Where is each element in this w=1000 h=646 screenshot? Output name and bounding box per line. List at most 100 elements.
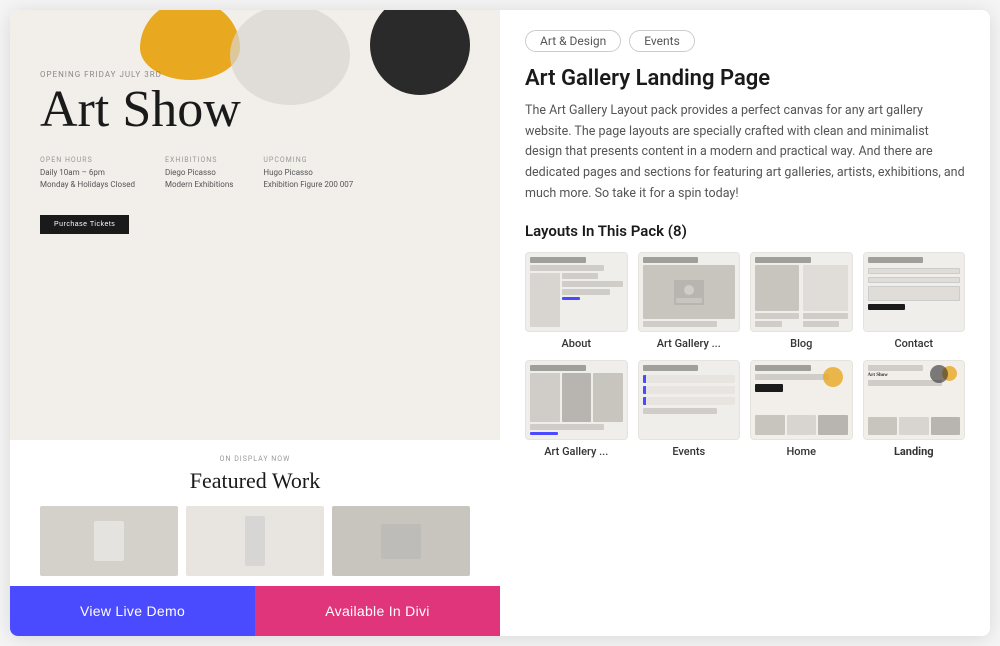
view-live-demo-button[interactable]: View Live Demo — [10, 586, 255, 636]
event-2 — [643, 386, 736, 394]
exhibitions-label: Exhibitions — [165, 156, 233, 164]
blog-img-2 — [803, 265, 847, 311]
gal2-img-3 — [593, 373, 623, 422]
thumbnail-1 — [40, 506, 178, 576]
blog-col-2 — [803, 265, 847, 327]
mini-bar-c1 — [868, 257, 924, 263]
home-title — [755, 365, 811, 371]
layout-gallery2-label: Art Gallery ... — [525, 445, 628, 458]
layout-gallery-label: Art Gallery ... — [638, 337, 741, 350]
gallery-svg — [674, 280, 704, 305]
tags-row: Art & Design Events — [525, 30, 965, 52]
landing-img-1 — [868, 417, 898, 435]
blog-bar-3 — [803, 313, 847, 319]
layout-blog-label: Blog — [750, 337, 853, 350]
layout-about[interactable]: About — [525, 252, 628, 350]
blog-preview — [751, 253, 852, 331]
landing-hero: Art Show — [868, 365, 961, 415]
events-preview — [639, 361, 740, 439]
blog-cols — [755, 265, 848, 327]
blog-bar-2 — [755, 321, 782, 327]
event-3 — [643, 397, 736, 405]
field-2 — [868, 277, 961, 283]
mini-bar-g21 — [530, 365, 586, 371]
mini-col-2 — [562, 273, 622, 327]
featured-section: On Display Now Featured Work — [10, 440, 500, 586]
featured-title: Featured Work — [40, 468, 470, 494]
gallery-preview — [639, 253, 740, 331]
main-container: Opening Friday July 3rd Art Show Open Ho… — [10, 10, 990, 636]
mini-accent-g2 — [530, 432, 558, 435]
field-3 — [868, 286, 961, 301]
tag-art-design[interactable]: Art & Design — [525, 30, 621, 52]
info-col-exhibitions: Exhibitions Diego PicassoModern Exhibiti… — [165, 156, 233, 191]
exhibitions-value: Diego PicassoModern Exhibitions — [165, 167, 233, 191]
gallery2-row — [530, 373, 623, 422]
home-btn — [755, 384, 783, 392]
upcoming-label: Upcoming — [263, 156, 353, 164]
landing-img-2 — [899, 417, 929, 435]
landing-img-3 — [931, 417, 961, 435]
home-img-1 — [755, 415, 785, 435]
layouts-heading: Layouts In This Pack (8) — [525, 222, 965, 240]
right-panel: Art & Design Events Art Gallery Landing … — [500, 10, 990, 636]
layout-blog-thumb — [750, 252, 853, 332]
home-hero — [755, 365, 848, 413]
home-img-3 — [818, 415, 848, 435]
available-in-divi-button[interactable]: Available In Divi — [255, 586, 500, 636]
description: The Art Gallery Layout pack provides a p… — [525, 101, 965, 204]
hours-label: Open Hours — [40, 156, 135, 164]
layouts-grid: About — [525, 252, 965, 458]
layout-gallery2[interactable]: Art Gallery ... — [525, 360, 628, 458]
mini-bar-1 — [530, 257, 586, 263]
on-display-label: On Display Now — [40, 455, 470, 463]
about-preview — [526, 253, 627, 331]
layout-home-label: Home — [750, 445, 853, 458]
home-subtitle — [755, 374, 829, 380]
gal2-img-2 — [562, 373, 592, 422]
mini-img-1 — [643, 265, 736, 319]
art-show-content: Opening Friday July 3rd Art Show Open Ho… — [10, 70, 500, 234]
preview-area: Opening Friday July 3rd Art Show Open Ho… — [10, 10, 500, 586]
info-grid: Open Hours Daily 10am – 6pmMonday & Holi… — [40, 156, 470, 191]
purchase-tickets-button[interactable]: Purchase Tickets — [40, 215, 129, 234]
mini-cols — [530, 273, 623, 327]
layout-gallery-thumb — [638, 252, 741, 332]
gallery2-content — [530, 373, 623, 435]
thumb-shape-3 — [381, 524, 421, 559]
mini-bar-5 — [562, 289, 610, 295]
blog-img-1 — [755, 265, 799, 311]
home-circle-orange — [823, 367, 843, 387]
layout-landing-thumb: Art Show — [863, 360, 966, 440]
layout-contact[interactable]: Contact — [863, 252, 966, 350]
contact-fields — [868, 265, 961, 327]
tag-events[interactable]: Events — [629, 30, 695, 52]
layout-contact-label: Contact — [863, 337, 966, 350]
layout-events[interactable]: Events — [638, 360, 741, 458]
opening-text: Opening Friday July 3rd — [40, 70, 470, 79]
art-show-title: Art Show — [40, 84, 470, 136]
info-col-hours: Open Hours Daily 10am – 6pmMonday & Holi… — [40, 156, 135, 191]
layout-landing[interactable]: Art Show Landing — [863, 360, 966, 458]
blog-col-1 — [755, 265, 801, 327]
layout-contact-thumb — [863, 252, 966, 332]
thumbnail-3 — [332, 506, 470, 576]
landing-bar-2 — [868, 380, 942, 386]
home-img-2 — [787, 415, 817, 435]
thumb-shape-1 — [94, 521, 124, 561]
field-1 — [868, 268, 961, 274]
mini-bar-2 — [530, 265, 604, 271]
layout-gallery[interactable]: Art Gallery ... — [638, 252, 741, 350]
landing-shape-dark — [930, 365, 948, 383]
gallery2-preview — [526, 361, 627, 439]
layout-blog[interactable]: Blog — [750, 252, 853, 350]
thumbnail-2 — [186, 506, 324, 576]
mini-bar-e2 — [643, 408, 717, 414]
upcoming-value: Hugo PicassoExhibition Figure 200 007 — [263, 167, 353, 191]
mini-bar-g1 — [643, 257, 699, 263]
page-title: Art Gallery Landing Page — [525, 66, 965, 91]
mini-bar-4 — [562, 281, 622, 287]
mini-bar-g2 — [643, 321, 717, 327]
layout-about-thumb — [525, 252, 628, 332]
layout-home[interactable]: Home — [750, 360, 853, 458]
